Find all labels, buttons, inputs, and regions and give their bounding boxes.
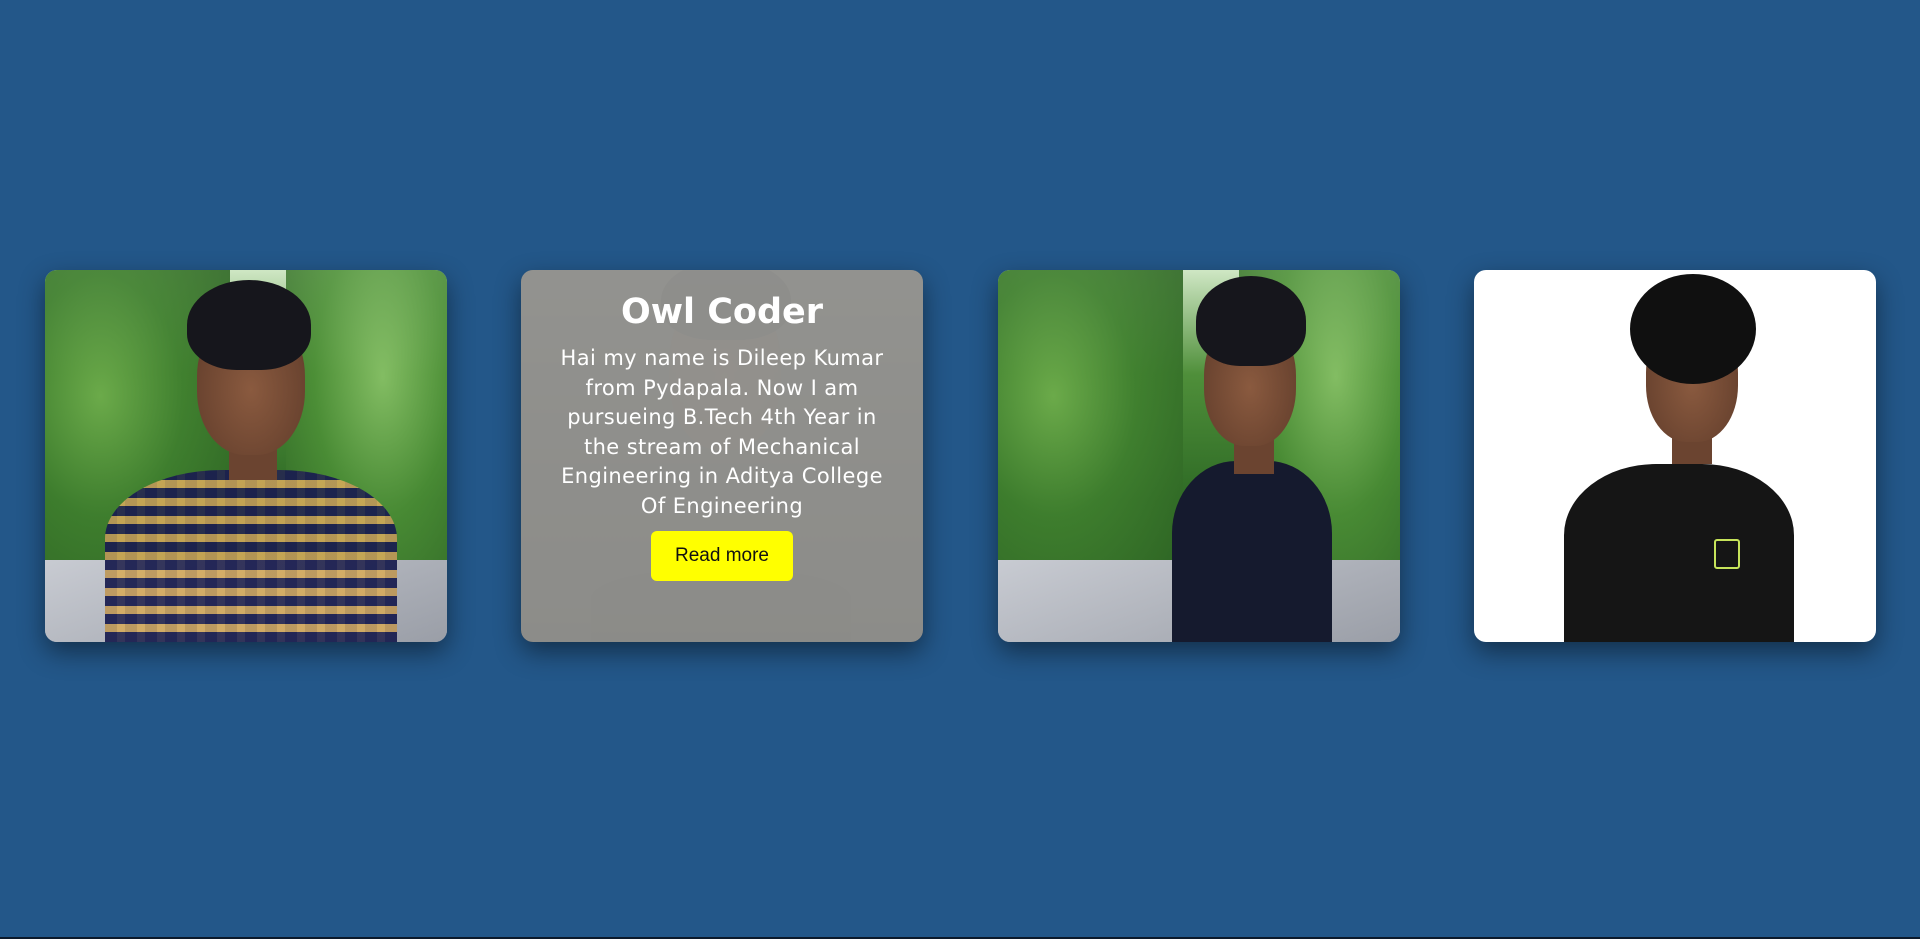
person-figure (1564, 274, 1804, 642)
profile-card-1[interactable] (45, 270, 447, 642)
read-more-button[interactable]: Read more (651, 531, 793, 581)
profile-card-4[interactable] (1474, 270, 1876, 642)
shirt-logo-icon (1714, 539, 1740, 569)
profile-card-3[interactable] (998, 270, 1400, 642)
person-figure (105, 280, 405, 642)
card-description: Hai my name is Dileep Kumar from Pydapal… (560, 346, 884, 518)
profile-card-2[interactable]: Owl Coder Hai my name is Dileep Kumar fr… (521, 270, 923, 642)
profile-cards-row: Owl Coder Hai my name is Dileep Kumar fr… (45, 270, 1876, 642)
profile-photo-1 (45, 270, 447, 642)
card-overlay: Owl Coder Hai my name is Dileep Kumar fr… (521, 270, 923, 642)
profile-photo-4 (1474, 270, 1876, 642)
profile-photo-3 (998, 270, 1400, 642)
person-figure (1138, 276, 1358, 642)
card-title: Owl Coder (620, 292, 824, 332)
